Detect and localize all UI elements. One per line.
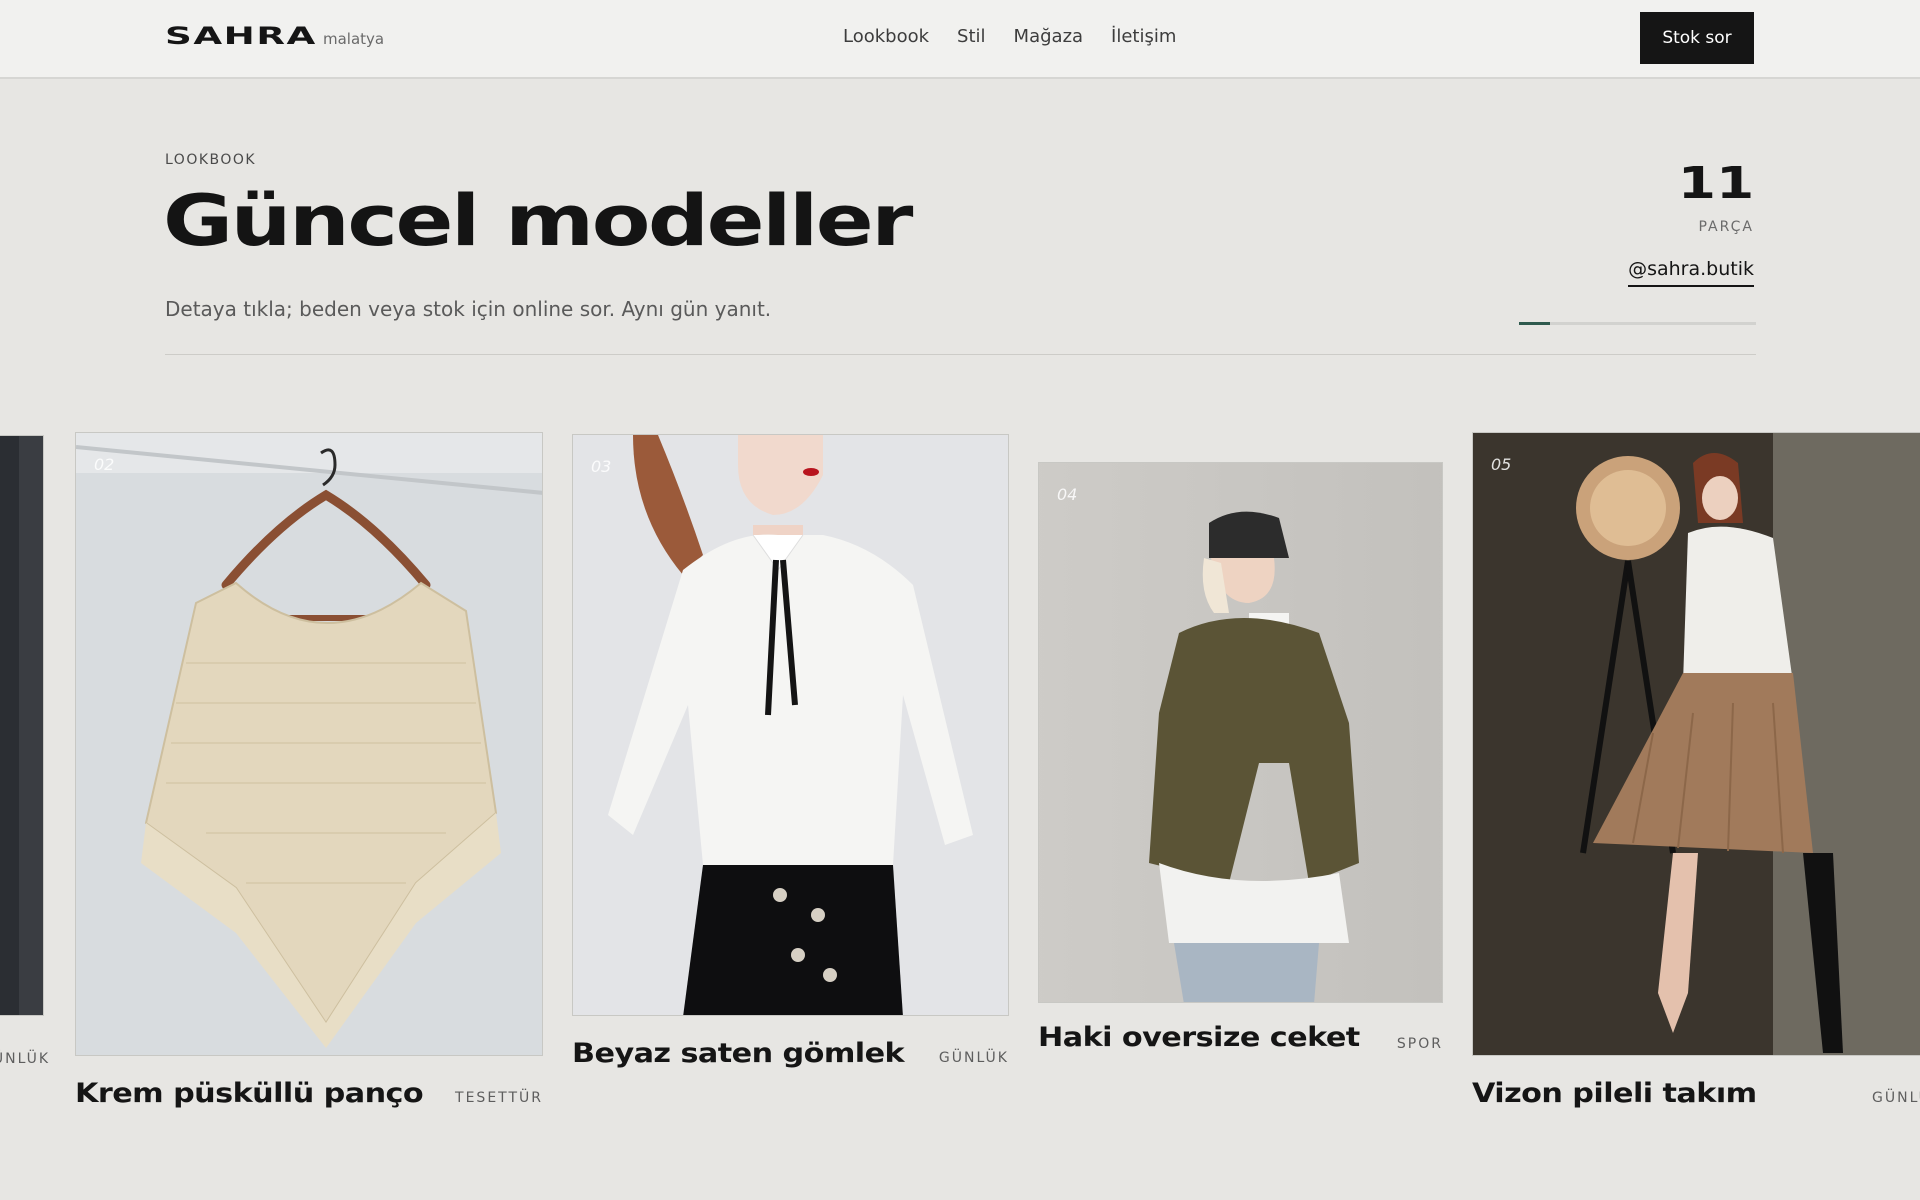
white-satin-blouse-black-skirt-photo <box>573 435 1008 1015</box>
product-card-04[interactable]: 04 Haki oversize ceket SPOR <box>1038 462 1443 1062</box>
product-number: 03 <box>591 457 612 476</box>
product-category: GÜNLÜK <box>1872 1090 1920 1106</box>
product-number: 05 <box>1491 455 1512 474</box>
khaki-oversize-jacket-beanie-photo <box>1039 463 1442 1002</box>
product-image[interactable]: 04 <box>1038 462 1443 1003</box>
product-name[interactable]: Vizon pileli takım <box>1472 1078 1757 1109</box>
scroll-progress-fill <box>1519 322 1550 325</box>
product-number: 02 <box>94 455 115 474</box>
nav-item-lookbook[interactable]: Lookbook <box>843 26 929 47</box>
stock-ask-button[interactable]: Stok sor <box>1640 12 1754 64</box>
product-image[interactable]: 05 <box>1472 432 1920 1056</box>
divider <box>165 354 1756 355</box>
brand[interactable]: SAHRA malatya <box>165 22 384 50</box>
nav-item-stil[interactable]: Stil <box>957 26 986 47</box>
dark-garment-photo <box>0 436 43 1015</box>
cream-fringe-poncho-on-hanger-photo <box>76 433 542 1055</box>
product-category: GÜNLÜK <box>0 1051 51 1067</box>
product-number: 04 <box>1057 485 1078 504</box>
product-card-03[interactable]: 03 Beyaz saten gömlek GÜNLÜK <box>572 434 1009 1074</box>
item-count-label: PARÇA <box>1698 219 1754 235</box>
item-count: 11 <box>1677 158 1754 209</box>
product-card-05[interactable]: 05 Vizon pileli takım GÜNLÜK <box>1472 432 1920 1122</box>
brand-logo[interactable]: SAHRA <box>165 22 398 50</box>
product-name[interactable]: Krem püsküllü panço <box>75 1078 424 1109</box>
product-card-01[interactable]: GÜNLÜK <box>0 435 48 1075</box>
page-subtitle: Detaya tıkla; beden veya stok için onlin… <box>165 297 772 321</box>
mink-pleated-skirt-studio-photo <box>1473 433 1920 1055</box>
site-header: SAHRA malatya Lookbook Stil Mağaza İleti… <box>0 0 1920 79</box>
section-eyebrow: LOOKBOOK <box>165 152 257 168</box>
product-card-02[interactable]: 02 Krem püsküllü panço TESETTÜR <box>75 432 543 1122</box>
product-image[interactable]: 02 <box>75 432 543 1056</box>
product-category: GÜNLÜK <box>938 1050 1009 1066</box>
product-category: SPOR <box>1396 1036 1443 1052</box>
product-category: TESETTÜR <box>455 1090 543 1106</box>
product-image[interactable] <box>0 435 44 1016</box>
product-image[interactable]: 03 <box>572 434 1009 1016</box>
instagram-handle-link[interactable]: @sahra.butik <box>1628 258 1754 287</box>
product-name[interactable]: Haki oversize ceket <box>1038 1022 1360 1053</box>
product-name[interactable]: Beyaz saten gömlek <box>572 1038 905 1069</box>
page-title: Güncel modeller <box>163 180 913 262</box>
scroll-progress-bar <box>1519 322 1756 325</box>
main-nav: Lookbook Stil Mağaza İletişim <box>843 26 1204 47</box>
nav-item-magaza[interactable]: Mağaza <box>1014 26 1084 47</box>
nav-item-iletisim[interactable]: İletişim <box>1111 26 1176 47</box>
